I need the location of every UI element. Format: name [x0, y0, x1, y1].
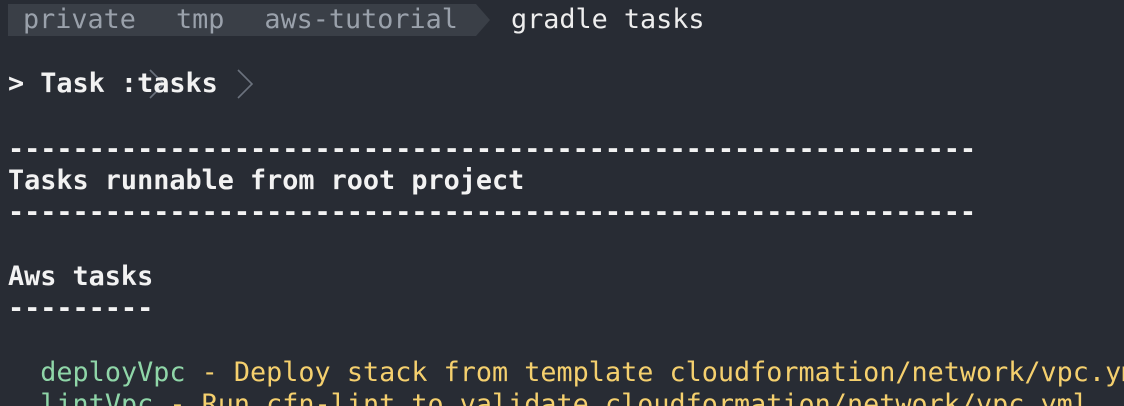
breadcrumb: private tmp aws-tutorial [8, 4, 490, 99]
task-description: - Run cfn-lint to validate cloudformatio… [153, 389, 1089, 406]
list-item: deployVpc - Deploy stack from template c… [8, 325, 1124, 388]
divider-top: ----------------------------------------… [8, 134, 976, 165]
task-name: lintVpc [40, 389, 154, 406]
list-item: lintVpc - Run cfn-lint to validate cloud… [8, 357, 1089, 406]
chevron-right-icon [146, 4, 168, 99]
breadcrumb-item-private: private [23, 4, 136, 35]
task-header: > Task :tasks [8, 68, 218, 99]
command-text: gradle tasks [510, 4, 705, 35]
shell-prompt: private tmp aws-tutorial gradle tasks [8, 4, 705, 99]
group-title: Aws tasks [8, 261, 154, 292]
breadcrumb-item-tmp: tmp [175, 4, 225, 35]
group-divider: --------- [8, 293, 154, 324]
section-title: Tasks runnable from root project [8, 165, 525, 196]
divider-bottom: ----------------------------------------… [8, 197, 976, 228]
chevron-right-icon [234, 4, 256, 99]
breadcrumb-item-aws-tutorial: aws-tutorial [264, 4, 458, 35]
